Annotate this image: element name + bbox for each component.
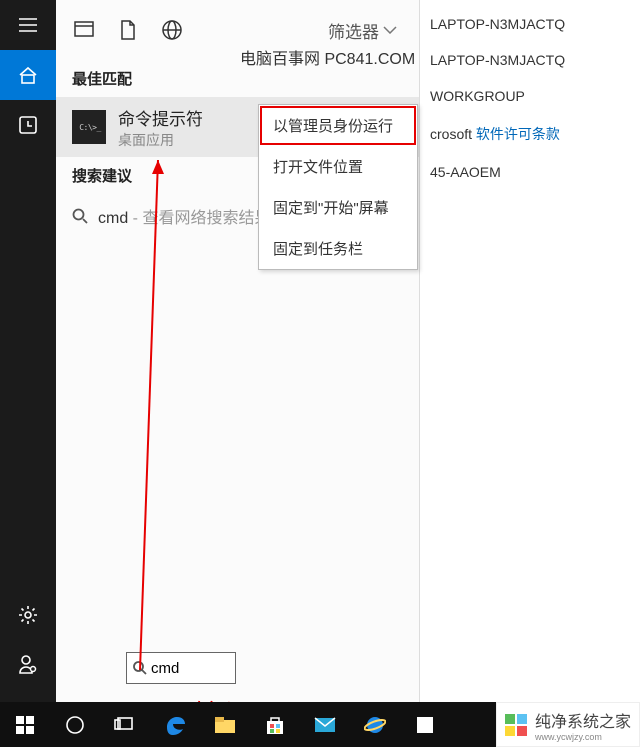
pin-to-start-item[interactable]: 固定到"开始"屏幕 <box>259 187 417 228</box>
run-as-admin-item[interactable]: 以管理员身份运行 <box>259 105 417 146</box>
search-icon <box>72 208 88 224</box>
chevron-down-icon <box>383 26 397 34</box>
taskbar: 纯净系统之家 www.ycwjzy.com <box>0 702 640 747</box>
apps-tab-icon[interactable] <box>62 8 106 52</box>
brand-logo-icon <box>505 714 527 736</box>
license-link[interactable]: 软件许可条款 <box>476 126 560 142</box>
filter-dropdown[interactable]: 筛选器 <box>328 18 413 43</box>
pin-to-taskbar-item[interactable]: 固定到任务栏 <box>259 228 417 269</box>
full-computer-name: LAPTOP-N3MJACTQ <box>430 42 630 78</box>
system-info-panel: LAPTOP-N3MJACTQ LAPTOP-N3MJACTQ WORKGROU… <box>420 0 640 196</box>
brand-badge: 纯净系统之家 www.ycwjzy.com <box>496 702 640 747</box>
filter-label: 筛选器 <box>328 18 379 43</box>
gear-icon[interactable] <box>0 590 56 640</box>
brand-name: 纯净系统之家 <box>535 708 631 732</box>
cortana-icon[interactable] <box>50 702 100 747</box>
store-icon[interactable] <box>250 702 300 747</box>
hamburger-icon[interactable] <box>0 0 56 50</box>
computer-name: LAPTOP-N3MJACTQ <box>430 6 630 42</box>
app-icon[interactable] <box>400 702 450 747</box>
web-tab-icon[interactable] <box>150 8 194 52</box>
documents-tab-icon[interactable] <box>106 8 150 52</box>
context-menu: 以管理员身份运行 打开文件位置 固定到"开始"屏幕 固定到任务栏 <box>258 104 418 270</box>
file-explorer-icon[interactable] <box>200 702 250 747</box>
ie-icon[interactable] <box>350 702 400 747</box>
best-match-subtitle: 桌面应用 <box>118 130 203 150</box>
annotation-arrow <box>130 160 170 680</box>
suggestion-text: cmd <box>98 210 128 227</box>
task-view-icon[interactable] <box>100 702 150 747</box>
watermark-text: 电脑百事网 PC841.COM <box>240 45 415 69</box>
start-button[interactable] <box>0 702 50 747</box>
user-icon[interactable] <box>0 640 56 690</box>
product-id: 45-AAOEM <box>430 154 630 190</box>
left-rail <box>0 0 56 702</box>
edge-icon[interactable] <box>150 702 200 747</box>
workgroup: WORKGROUP <box>430 78 630 114</box>
mail-icon[interactable] <box>300 702 350 747</box>
best-match-title: 命令提示符 <box>118 105 203 130</box>
cmd-icon: C:\>_ <box>72 110 106 144</box>
home-icon[interactable] <box>0 50 56 100</box>
clock-icon[interactable] <box>0 100 56 150</box>
open-file-location-item[interactable]: 打开文件位置 <box>259 146 417 187</box>
brand-url: www.ycwjzy.com <box>535 732 631 742</box>
